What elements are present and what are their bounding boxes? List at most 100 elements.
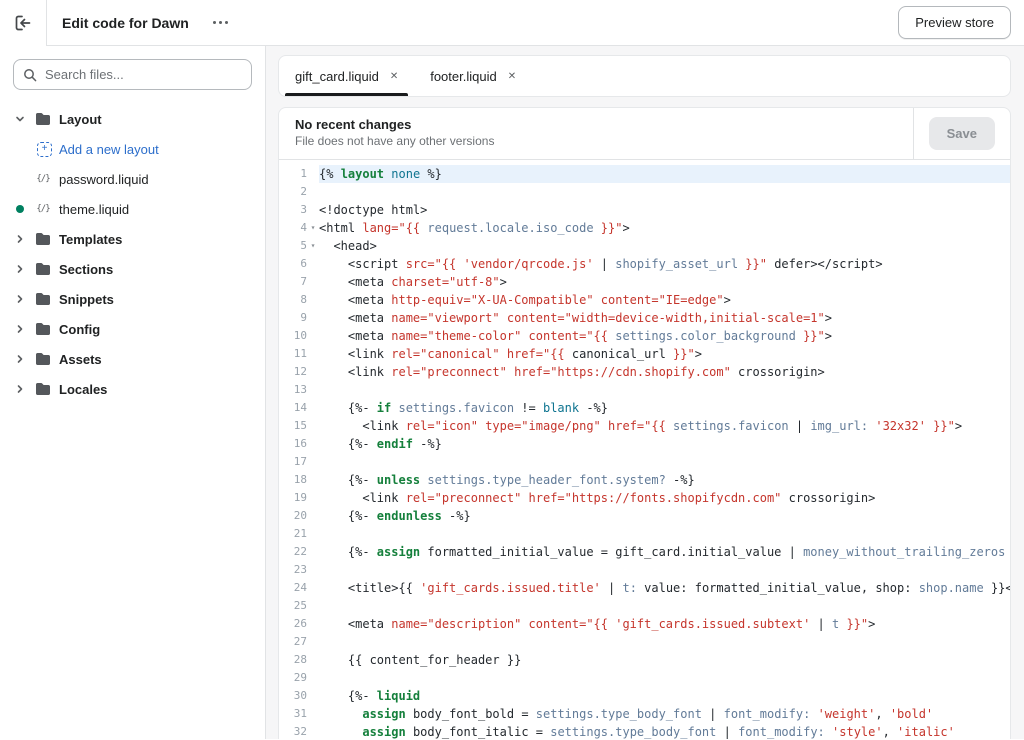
code-file-icon: {/} <box>36 174 50 184</box>
code-editor-area[interactable]: 1 {% layout none %} 2 3 <!doctype html> 4 ▾ <ht… <box>279 160 1010 739</box>
code-line-1[interactable]: 1 {% layout none %} <box>279 165 1010 183</box>
code-line-3[interactable]: 3 <!doctype html> <box>279 201 1010 219</box>
code-text: <link rel="preconnect" href="https://fon… <box>319 491 876 505</box>
folder-label: Locales <box>59 381 108 397</box>
line-number: 32 <box>279 723 307 739</box>
chevron-right-icon[interactable] <box>13 354 27 364</box>
folder-label: Layout <box>59 111 102 127</box>
top-bar: Edit code for Dawn Preview store <box>0 0 1024 46</box>
page-title: Edit code for Dawn <box>62 14 189 31</box>
save-button[interactable]: Save <box>928 117 995 150</box>
code-line-25[interactable]: 25 <box>279 597 1010 615</box>
sidebar-file-theme.liquid[interactable]: {/} theme.liquid <box>0 194 265 224</box>
code-line-31[interactable]: 31 assign body_font_bold = settings.type… <box>279 705 1010 723</box>
code-text: {%- unless settings.type_header_font.sys… <box>319 473 695 487</box>
code-text: {%- endif -%} <box>319 437 442 451</box>
code-line-11[interactable]: 11 <link rel="canonical" href="{{ canoni… <box>279 345 1010 363</box>
code-line-4[interactable]: 4 ▾ <html lang="{{ request.locale.iso_code… <box>279 219 1010 237</box>
code-line-24[interactable]: 24 <title>{{ 'gift_cards.issued.title' |… <box>279 579 1010 597</box>
code-line-14[interactable]: 14 {%- if settings.favicon != blank -%} <box>279 399 1010 417</box>
sidebar-folder-templates[interactable]: Templates <box>0 224 265 254</box>
line-number: 14 <box>279 399 307 417</box>
chevron-right-icon[interactable] <box>13 264 27 274</box>
exit-editor-button[interactable] <box>0 0 47 46</box>
code-text: assign body_font_bold = settings.type_bo… <box>362 707 934 721</box>
code-line-27[interactable]: 27 <box>279 633 1010 651</box>
code-line-26[interactable]: 26 <meta name="description" content="{{ … <box>279 615 1010 633</box>
folder-icon <box>34 112 52 126</box>
folder-icon <box>34 322 52 336</box>
line-number: 8 <box>279 291 307 309</box>
code-line-8[interactable]: 8 <meta http-equiv="X-UA-Compatible" con… <box>279 291 1010 309</box>
line-number: 15 <box>279 417 307 435</box>
code-line-23[interactable]: 23 <box>279 561 1010 579</box>
code-line-17[interactable]: 17 <box>279 453 1010 471</box>
code-line-32[interactable]: 32 assign body_font_italic = settings.ty… <box>279 723 1010 739</box>
code-line-21[interactable]: 21 <box>279 525 1010 543</box>
code-text: <link rel="canonical" href="{{ canonical… <box>319 347 702 361</box>
sidebar-folder-config[interactable]: Config <box>0 314 265 344</box>
code-line-19[interactable]: 19 <link rel="preconnect" href="https://… <box>279 489 1010 507</box>
code-line-29[interactable]: 29 <box>279 669 1010 687</box>
sidebar-folder-snippets[interactable]: Snippets <box>0 284 265 314</box>
tab-footer.liquid[interactable]: footer.liquid ✕ <box>414 56 532 96</box>
sidebar-folder-locales[interactable]: Locales <box>0 374 265 404</box>
line-number: 29 <box>279 669 307 687</box>
fold-chevron-icon[interactable]: ▾ <box>307 237 319 255</box>
sidebar-folder-sections[interactable]: Sections <box>0 254 265 284</box>
code-line-30[interactable]: 30 {%- liquid <box>279 687 1010 705</box>
code-text: <title>{{ 'gift_cards.issued.title' | t:… <box>319 581 1010 595</box>
line-number: 30 <box>279 687 307 705</box>
folder-label: Snippets <box>59 291 114 307</box>
tab-label: gift_card.liquid <box>295 68 379 84</box>
code-line-7[interactable]: 7 <meta charset="utf-8"> <box>279 273 1010 291</box>
code-line-10[interactable]: 10 <meta name="theme-color" content="{{ … <box>279 327 1010 345</box>
fold-chevron-icon[interactable]: ▾ <box>307 219 319 237</box>
chevron-down-icon[interactable] <box>13 114 27 124</box>
file-sidebar: Layout + Add a new layout {/} password.liqui… <box>0 46 266 739</box>
code-line-22[interactable]: 22 {%- assign formatted_initial_value = … <box>279 543 1010 561</box>
code-line-20[interactable]: 20 {%- endunless -%} <box>279 507 1010 525</box>
chevron-right-icon[interactable] <box>13 294 27 304</box>
code-line-13[interactable]: 13 <box>279 381 1010 399</box>
close-tab-icon[interactable]: ✕ <box>390 71 398 82</box>
line-number: 19 <box>279 489 307 507</box>
sidebar-folder-assets[interactable]: Assets <box>0 344 265 374</box>
code-line-2[interactable]: 2 <box>279 183 1010 201</box>
code-line-16[interactable]: 16 {%- endif -%} <box>279 435 1010 453</box>
file-label: theme.liquid <box>59 201 130 217</box>
line-number: 1 <box>279 165 307 183</box>
line-number: 22 <box>279 543 307 561</box>
chevron-right-icon[interactable] <box>13 324 27 334</box>
code-editor-app: Edit code for Dawn Preview store Layout +… <box>0 0 1024 740</box>
code-line-12[interactable]: 12 <link rel="preconnect" href="https://… <box>279 363 1010 381</box>
line-number: 12 <box>279 363 307 381</box>
chevron-right-icon[interactable] <box>13 234 27 244</box>
code-text: {%- assign formatted_initial_value = gif… <box>319 545 1006 559</box>
code-line-28[interactable]: 28 {{ content_for_header }} <box>279 651 1010 669</box>
preview-store-button[interactable]: Preview store <box>898 6 1011 39</box>
chevron-right-icon[interactable] <box>13 384 27 394</box>
code-line-5[interactable]: 5 ▾ <head> <box>279 237 1010 255</box>
add-new-layout-link[interactable]: + Add a new layout <box>0 134 265 164</box>
close-tab-icon[interactable]: ✕ <box>508 71 516 82</box>
more-options-button[interactable] <box>207 15 234 30</box>
code-text: {{ content_for_header }} <box>319 653 522 667</box>
tab-gift_card.liquid[interactable]: gift_card.liquid ✕ <box>279 56 414 96</box>
code-line-18[interactable]: 18 {%- unless settings.type_header_font.… <box>279 471 1010 489</box>
search-files-input[interactable] <box>13 59 252 90</box>
code-line-9[interactable]: 9 <meta name="viewport" content="width=d… <box>279 309 1010 327</box>
line-number: 25 <box>279 597 307 615</box>
sidebar-folder-layout[interactable]: Layout <box>0 104 265 134</box>
code-text: <link rel="preconnect" href="https://cdn… <box>319 365 825 379</box>
code-line-6[interactable]: 6 <script src="{{ 'vendor/qrcode.js' | s… <box>279 255 1010 273</box>
line-number: 26 <box>279 615 307 633</box>
sidebar-file-password.liquid[interactable]: {/} password.liquid <box>0 164 265 194</box>
folder-icon <box>34 382 52 396</box>
code-text: {%- liquid <box>319 689 421 703</box>
code-line-15[interactable]: 15 <link rel="icon" type="image/png" hre… <box>279 417 1010 435</box>
